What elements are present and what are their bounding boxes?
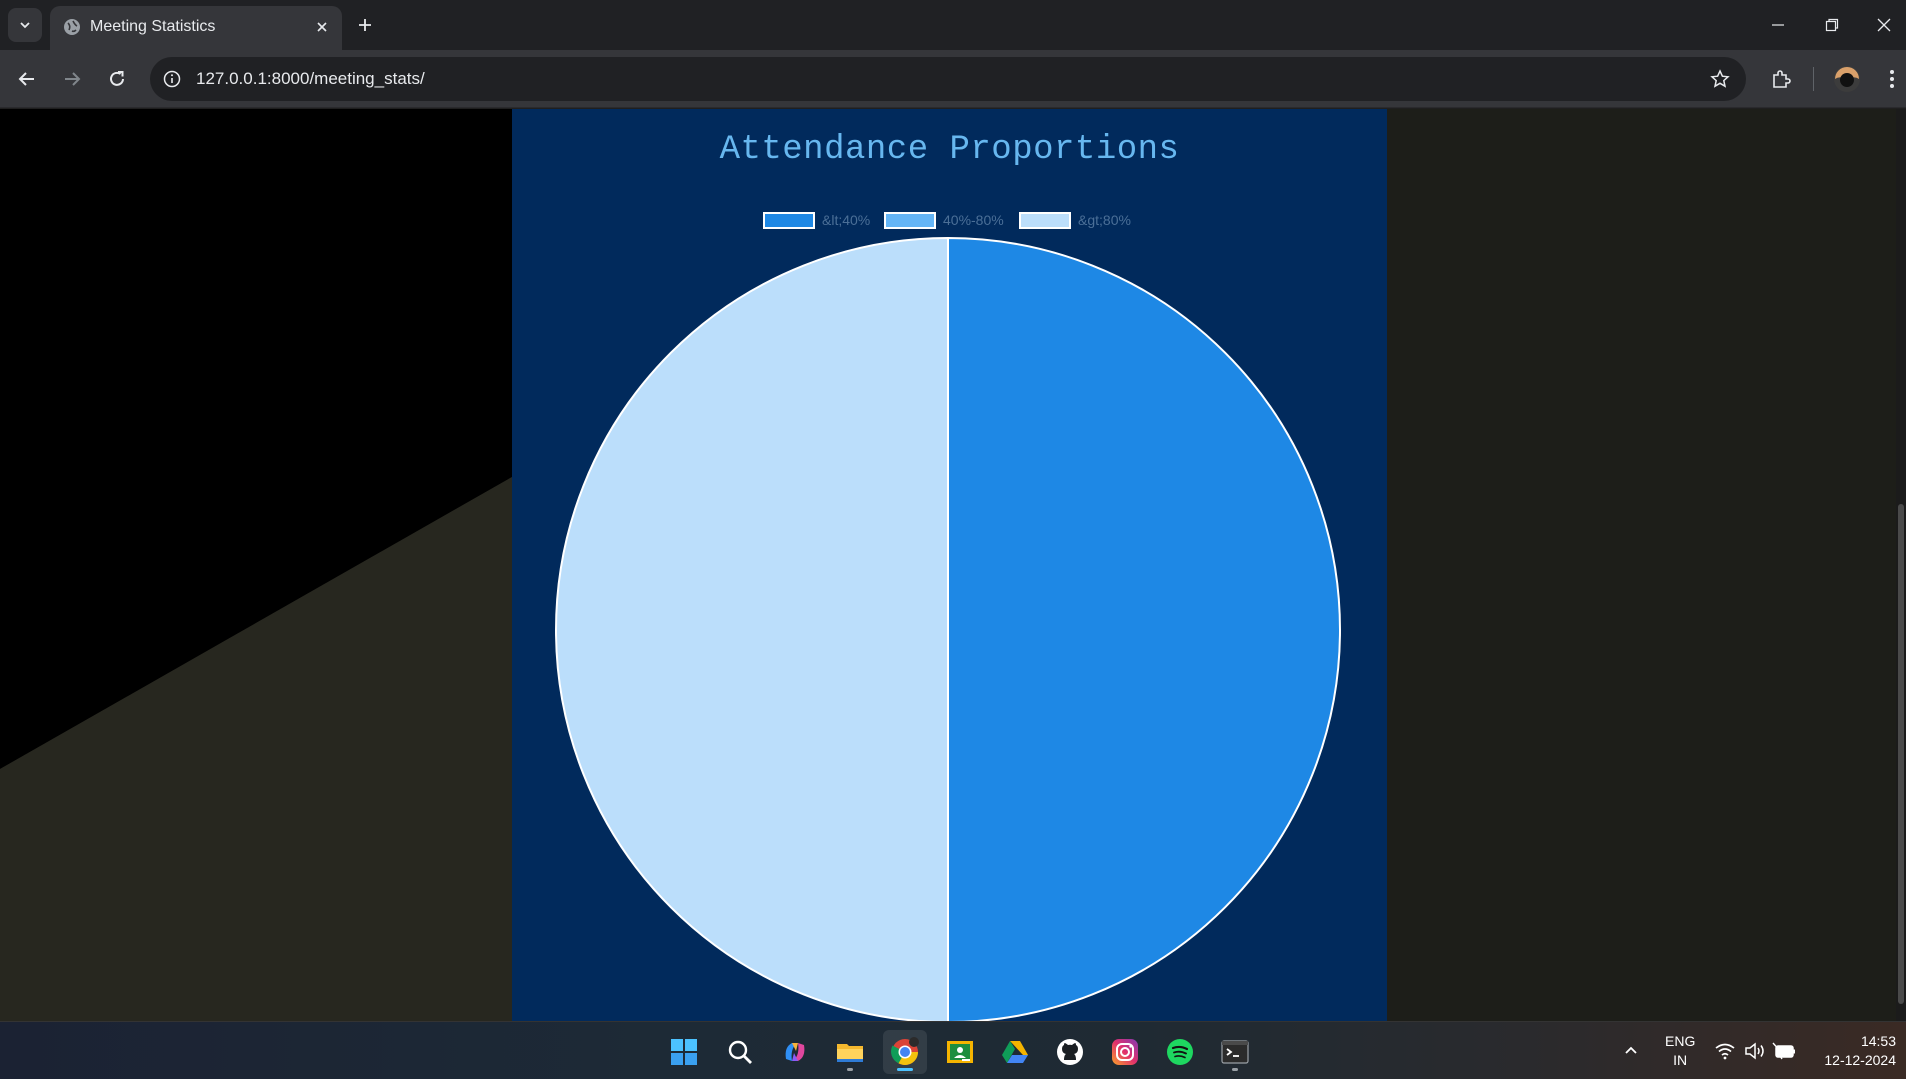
- legend-swatch: [1019, 211, 1071, 229]
- show-hidden-icons-button[interactable]: [1622, 1022, 1640, 1079]
- clock-date: 12-12-2024: [1824, 1052, 1896, 1068]
- new-tab-button[interactable]: [350, 10, 380, 40]
- minimize-icon: [1772, 24, 1784, 26]
- screen: Meeting Statistics 127.0.0.1:8000/meetin…: [0, 0, 1906, 1079]
- taskbar-google-drive[interactable]: [993, 1030, 1037, 1074]
- taskbar-clock[interactable]: 14:53 12-12-2024: [1824, 1032, 1896, 1070]
- reload-icon: [110, 71, 124, 86]
- restore-icon: [1825, 18, 1839, 32]
- legend-swatch: [763, 211, 815, 229]
- info-icon: [163, 70, 181, 88]
- extensions-button[interactable]: [1764, 62, 1798, 96]
- back-button[interactable]: [10, 62, 44, 96]
- start-button[interactable]: [662, 1030, 706, 1074]
- more-vertical-icon: [1890, 70, 1894, 88]
- chrome-icon: [891, 1037, 919, 1066]
- taskbar-github[interactable]: [1048, 1030, 1092, 1074]
- chart-title: Attendance Proportions: [719, 131, 1180, 169]
- tab-meeting-statistics[interactable]: Meeting Statistics: [50, 6, 342, 50]
- chevron-down-icon: [20, 22, 30, 29]
- volume-icon: [1745, 1042, 1764, 1060]
- legend-swatch: [884, 211, 936, 229]
- start-icon: [671, 1039, 697, 1065]
- url-text: 127.0.0.1:8000/meeting_stats/: [196, 69, 425, 88]
- tab-search-button[interactable]: [8, 8, 42, 42]
- region-code: IN: [1673, 1052, 1688, 1068]
- copilot-icon: [785, 1043, 805, 1061]
- address-bar[interactable]: 127.0.0.1:8000/meeting_stats/: [150, 57, 1746, 101]
- file-explorer-icon: [837, 1044, 863, 1062]
- battery-charging-icon: [1772, 1042, 1795, 1060]
- legend-item-below-40[interactable]: &lt;40%: [763, 209, 870, 231]
- pie-chart: [555, 237, 1341, 1021]
- google-drive-icon: [1002, 1041, 1028, 1063]
- taskbar-file-explorer[interactable]: [828, 1030, 872, 1074]
- taskbar-terminal[interactable]: [1213, 1030, 1257, 1074]
- github-icon: [1057, 1039, 1083, 1065]
- close-window-button[interactable]: [1862, 8, 1906, 42]
- forward-button[interactable]: [55, 62, 89, 96]
- legend-label: 40%-80%: [943, 212, 1004, 228]
- plus-icon: [359, 19, 371, 31]
- spotify-icon: [1167, 1039, 1193, 1065]
- search-icon: [728, 1040, 752, 1064]
- chevron-up-icon: [1625, 1046, 1637, 1054]
- avatar: [1834, 66, 1860, 92]
- close-icon: [1877, 18, 1891, 32]
- legend-label: &lt;40%: [822, 212, 871, 228]
- active-indicator: [897, 1068, 913, 1071]
- browser-menu-button[interactable]: [1875, 62, 1906, 96]
- language-code: ENG: [1665, 1033, 1696, 1049]
- reload-button[interactable]: [100, 62, 134, 96]
- tab-bar: Meeting Statistics: [0, 0, 1906, 50]
- bookmark-button[interactable]: [1708, 67, 1732, 91]
- legend-item-above-80[interactable]: &gt;80%: [1019, 209, 1131, 231]
- legend-item-40-80[interactable]: 40%-80%: [884, 209, 1004, 231]
- google-classroom-icon: [947, 1041, 973, 1063]
- pie-slice-1[interactable]: [947, 237, 1341, 1021]
- tab-title: Meeting Statistics: [90, 18, 216, 35]
- browser-toolbar: 127.0.0.1:8000/meeting_stats/: [0, 50, 1906, 108]
- taskbar-instagram[interactable]: [1103, 1030, 1147, 1074]
- page-scrollbar[interactable]: [1896, 109, 1906, 1021]
- instagram-icon: [1112, 1039, 1138, 1065]
- taskbar-spotify[interactable]: [1158, 1030, 1202, 1074]
- taskbar: ENG IN 14:53 12-12-2024: [0, 1021, 1906, 1079]
- taskbar-chrome[interactable]: [883, 1030, 927, 1074]
- restore-button[interactable]: [1810, 8, 1854, 42]
- globe-icon: [64, 19, 80, 35]
- running-indicator: [1232, 1068, 1238, 1071]
- close-tab-button[interactable]: [310, 15, 334, 39]
- toolbar-divider: [1813, 67, 1814, 91]
- arrow-right-icon: [65, 72, 81, 86]
- site-info-button[interactable]: [160, 67, 184, 91]
- profile-button[interactable]: [1830, 62, 1864, 96]
- close-icon: [317, 22, 327, 32]
- pie-slice-3[interactable]: [555, 237, 949, 1021]
- page-viewport: Attendance Proportions &lt;40% 40%-80% &…: [0, 109, 1906, 1021]
- star-icon: [1710, 69, 1730, 88]
- quick-settings-button[interactable]: [1714, 1022, 1796, 1079]
- legend-label: &gt;80%: [1078, 212, 1131, 228]
- scrollbar-thumb[interactable]: [1898, 504, 1904, 1004]
- chart-legend: &lt;40% 40%-80% &gt;80%: [512, 209, 1387, 233]
- puzzle-icon: [1773, 70, 1791, 88]
- taskbar-search-button[interactable]: [718, 1030, 762, 1074]
- chart-panel: Attendance Proportions &lt;40% 40%-80% &…: [512, 109, 1387, 1021]
- taskbar-copilot[interactable]: [773, 1030, 817, 1074]
- arrow-left-icon: [18, 72, 34, 86]
- clock-time: 14:53: [1860, 1033, 1896, 1049]
- wifi-icon: [1715, 1043, 1735, 1060]
- taskbar-google-classroom[interactable]: [938, 1030, 982, 1074]
- running-indicator: [847, 1068, 853, 1071]
- terminal-icon: [1221, 1040, 1249, 1064]
- input-language-indicator[interactable]: ENG IN: [1665, 1032, 1695, 1070]
- minimize-button[interactable]: [1756, 8, 1800, 42]
